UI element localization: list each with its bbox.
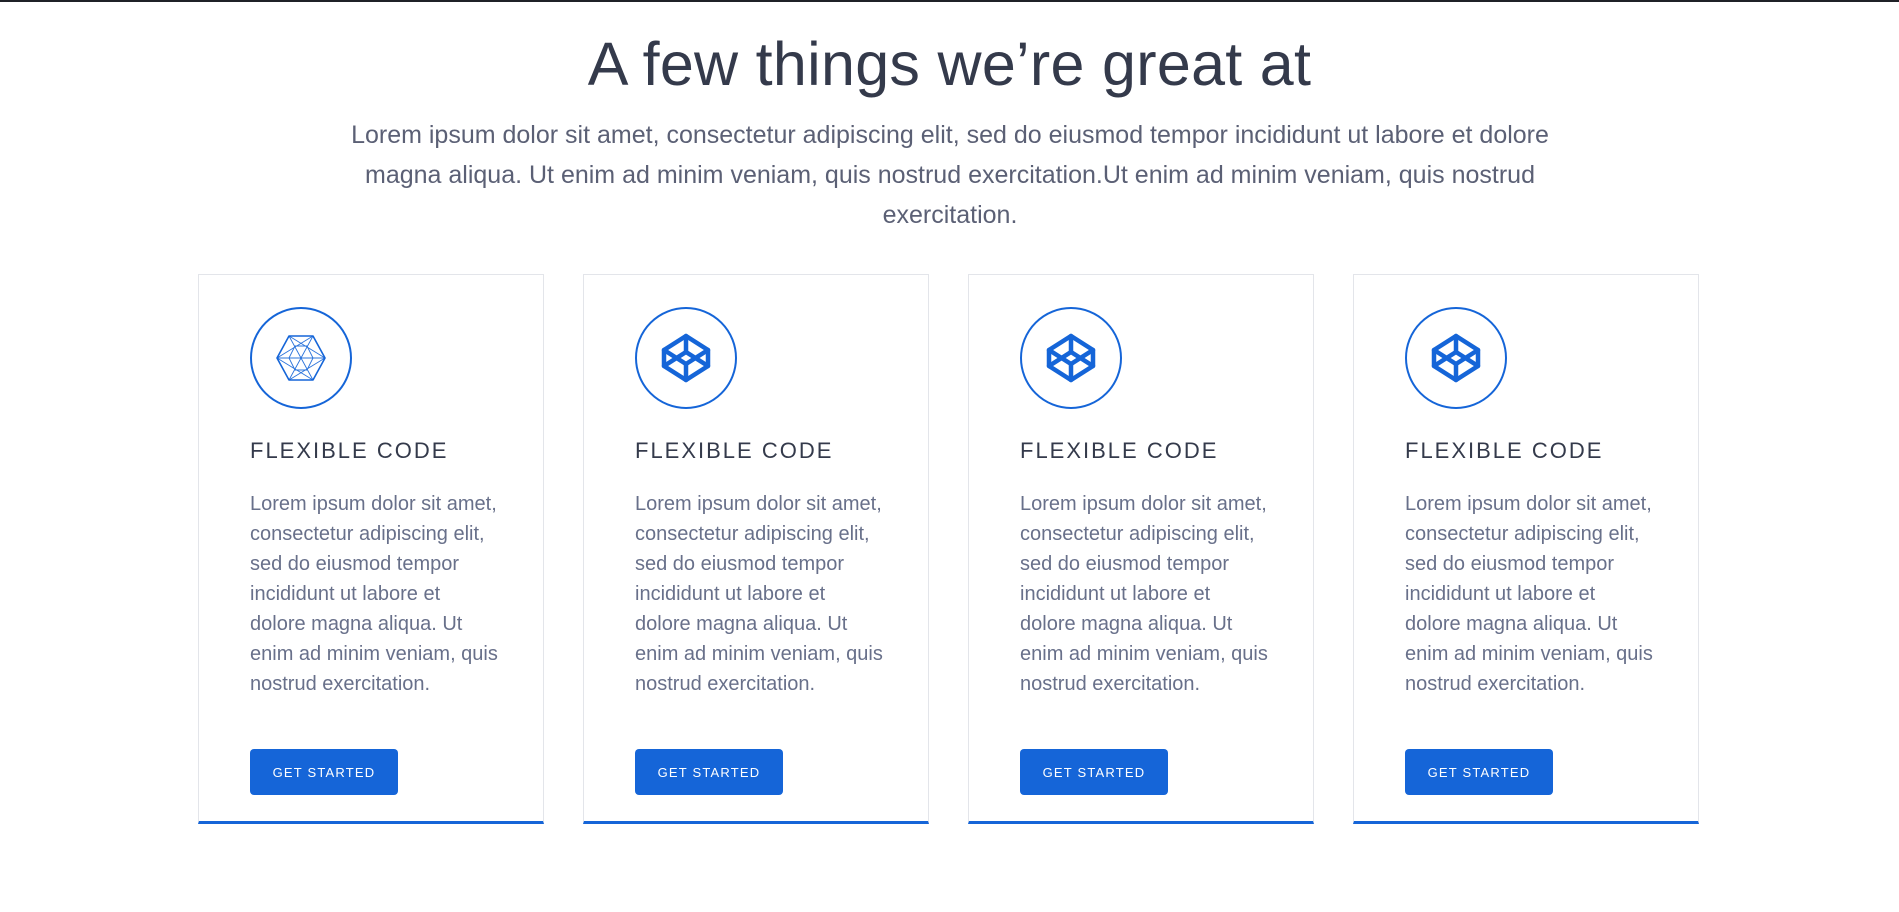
wireframe-hexagon-icon	[276, 335, 326, 381]
card-title: FLEXIBLE CODE	[250, 438, 449, 463]
codepen-cube-icon	[1431, 333, 1481, 383]
codepen-cube-icon	[661, 333, 711, 383]
card-title: FLEXIBLE CODE	[635, 438, 834, 463]
get-started-button[interactable]: GET STARTED	[1405, 749, 1553, 795]
card-title: FLEXIBLE CODE	[1020, 438, 1219, 463]
feature-card: FLEXIBLE CODE Lorem ipsum dolor sit amet…	[198, 274, 544, 824]
feature-icon-ring	[1405, 307, 1507, 409]
feature-card: FLEXIBLE CODE Lorem ipsum dolor sit amet…	[968, 274, 1314, 824]
card-description: Lorem ipsum dolor sit amet, consectetur …	[1405, 493, 1653, 695]
section-heading: A few things we’re great at	[587, 30, 1312, 98]
card-title: FLEXIBLE CODE	[1405, 438, 1604, 463]
get-started-button[interactable]: GET STARTED	[635, 749, 783, 795]
feature-card: FLEXIBLE CODE Lorem ipsum dolor sit amet…	[1353, 274, 1699, 824]
card-description: Lorem ipsum dolor sit amet, consectetur …	[635, 493, 883, 695]
get-started-button[interactable]: GET STARTED	[1020, 749, 1168, 795]
feature-icon-ring	[250, 307, 352, 409]
card-description: Lorem ipsum dolor sit amet, consectetur …	[1020, 493, 1268, 695]
card-description: Lorem ipsum dolor sit amet, consectetur …	[250, 493, 498, 695]
feature-card: FLEXIBLE CODE Lorem ipsum dolor sit amet…	[583, 274, 929, 824]
get-started-button[interactable]: GET STARTED	[250, 749, 398, 795]
top-divider	[0, 0, 1899, 2]
codepen-cube-icon	[1046, 333, 1096, 383]
feature-icon-ring	[1020, 307, 1122, 409]
feature-icon-ring	[635, 307, 737, 409]
section-intro: Lorem ipsum dolor sit amet, consectetur …	[351, 121, 1549, 229]
